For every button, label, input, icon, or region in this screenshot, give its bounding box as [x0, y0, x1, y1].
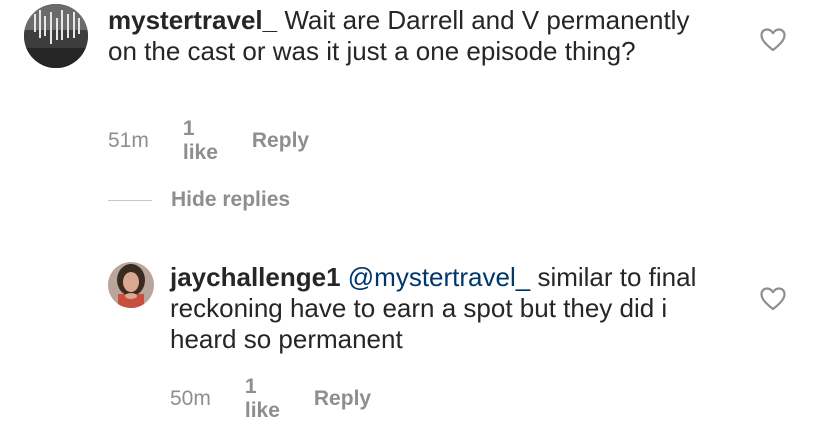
reply-avatar-image	[108, 262, 154, 308]
comment-text: mystertravel_ Wait are Darrell and V per…	[108, 5, 708, 67]
hide-replies-label: Hide replies	[171, 188, 291, 211]
reply-like-count[interactable]: 1 like	[245, 375, 280, 423]
comment-meta: 51m 1 like Reply	[108, 117, 309, 165]
comment-username[interactable]: mystertravel_	[108, 5, 277, 35]
reply-text: jaychallenge1 @mystertravel_ similar to …	[170, 262, 710, 355]
heart-icon[interactable]	[760, 28, 786, 52]
reply-username[interactable]: jaychallenge1	[170, 262, 341, 292]
comment-timestamp[interactable]: 51m	[108, 129, 149, 153]
reply-reply-button[interactable]: Reply	[314, 387, 371, 411]
reply-avatar[interactable]	[108, 262, 154, 308]
avatar-image	[24, 4, 88, 68]
comment-like-count[interactable]: 1 like	[183, 117, 218, 165]
hide-replies-button[interactable]: Hide replies	[108, 188, 290, 212]
avatar[interactable]	[24, 4, 88, 68]
reply-meta: 50m 1 like Reply	[170, 375, 371, 423]
reply-mention[interactable]: @mystertravel_	[348, 262, 530, 292]
reply-timestamp[interactable]: 50m	[170, 387, 211, 411]
comment-reply-button[interactable]: Reply	[252, 129, 309, 153]
divider	[108, 199, 152, 201]
heart-icon[interactable]	[760, 287, 786, 311]
